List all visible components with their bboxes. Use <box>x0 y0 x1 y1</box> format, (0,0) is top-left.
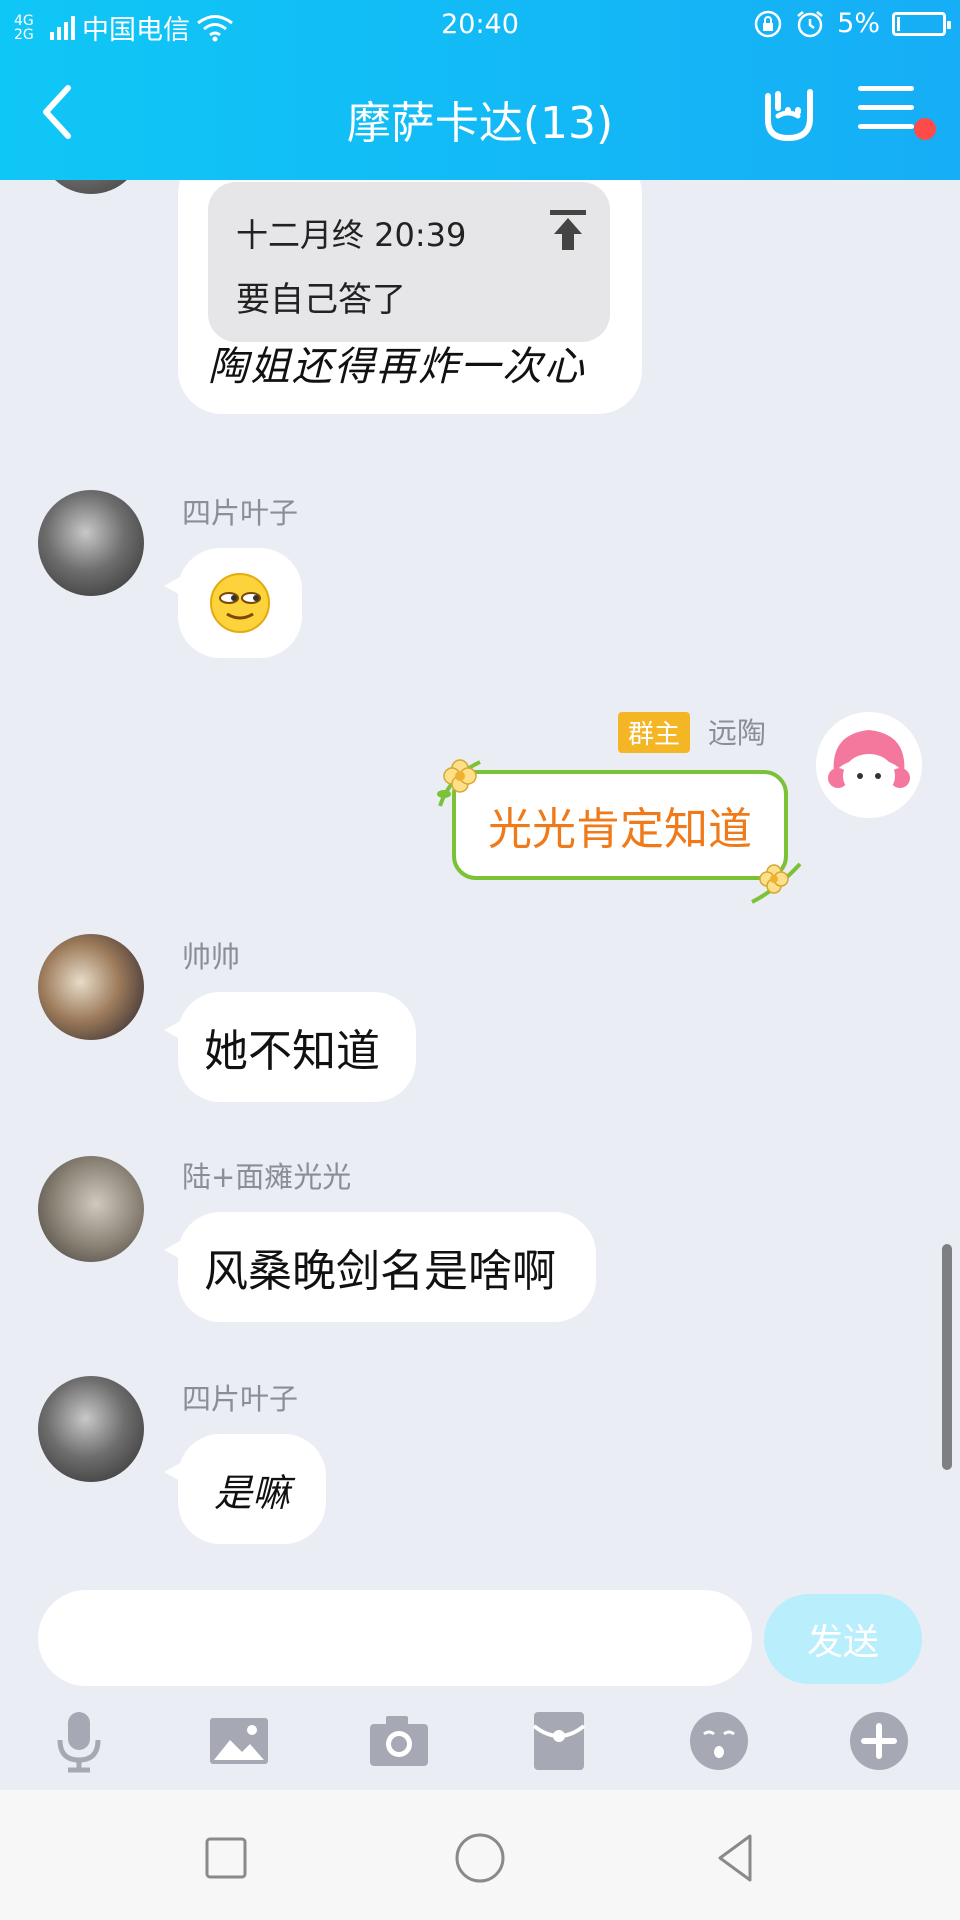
system-nav-bar <box>0 1790 960 1920</box>
status-bar: 4G 2G 中国电信 20:40 5% <box>0 0 960 52</box>
battery-icon <box>892 11 951 36</box>
quote-text: 要自己答了 <box>236 280 406 320</box>
avatar[interactable] <box>38 934 144 1040</box>
chat-area[interactable]: 十二月终 20:39 要自己答了 陶姐还得再炸一次心 四片叶子 群主 远陶 光光… <box>0 180 960 1580</box>
menu-line-icon <box>858 105 914 110</box>
rock-hand-icon[interactable] <box>758 82 822 146</box>
menu-button[interactable] <box>858 86 914 136</box>
scrollbar[interactable] <box>942 1244 952 1470</box>
avatar[interactable] <box>38 490 144 596</box>
sender-name: 陆+面瘫光光 <box>182 1160 352 1194</box>
header-bar: 4G 2G 中国电信 20:40 5% 摩萨卡达(13) <box>0 0 960 180</box>
message-text: 光光肯定知道 <box>488 804 752 855</box>
avatar[interactable] <box>38 180 144 194</box>
rotation-lock-icon <box>754 10 782 37</box>
pin-top-icon[interactable] <box>548 208 588 252</box>
sender-name: 帅帅 <box>182 940 241 974</box>
emoji-icon[interactable] <box>684 1706 754 1776</box>
message-input[interactable] <box>38 1590 752 1686</box>
image-icon[interactable] <box>204 1706 274 1776</box>
notification-dot <box>914 118 936 140</box>
flower-icon <box>751 862 802 904</box>
plus-icon[interactable] <box>844 1706 914 1776</box>
camera-icon[interactable] <box>364 1706 434 1776</box>
red-packet-icon[interactable] <box>524 1706 594 1776</box>
status-right: 5% <box>753 8 951 39</box>
message-quoted: 十二月终 20:39 要自己答了 陶姐还得再炸一次心 <box>178 180 642 414</box>
recent-apps-icon[interactable] <box>196 1828 256 1888</box>
message-bubble[interactable]: 风桑晚剑名是啥啊 <box>164 1212 596 1322</box>
battery-percent: 5% <box>837 8 880 39</box>
quote-box[interactable]: 十二月终 20:39 要自己答了 <box>208 182 610 342</box>
message-bubble[interactable]: 她不知道 <box>164 992 416 1102</box>
nav-bar: 摩萨卡达(13) <box>0 52 960 180</box>
menu-line-icon <box>858 124 914 129</box>
flower-icon <box>437 759 481 807</box>
sender-name: 四片叶子 <box>182 496 299 530</box>
send-button[interactable]: 发送 <box>764 1594 922 1684</box>
sender-name: 远陶 <box>708 716 767 750</box>
home-icon[interactable] <box>450 1828 510 1888</box>
alarm-icon <box>797 10 823 37</box>
quote-meta: 十二月终 20:39 <box>236 216 467 254</box>
message-text: 她不知道 <box>204 1026 380 1077</box>
microphone-icon[interactable] <box>44 1706 114 1776</box>
menu-line-icon <box>858 86 914 91</box>
pink-hair-avatar-icon <box>816 712 922 818</box>
message-bubble[interactable]: 是嘛 <box>164 1434 326 1544</box>
message-text: 是嘛 <box>213 1470 290 1515</box>
avatar[interactable] <box>38 1156 144 1262</box>
message-text: 陶姐还得再炸一次心 <box>208 344 586 390</box>
input-toolbar <box>0 1700 960 1790</box>
message-bubble[interactable] <box>164 548 302 658</box>
avatar[interactable] <box>816 712 922 818</box>
composer-row: 发送 <box>0 1580 960 1690</box>
special-bubble[interactable]: 光光肯定知道 <box>452 770 788 880</box>
sender-name: 四片叶子 <box>182 1382 299 1416</box>
group-owner-badge: 群主 <box>618 712 691 753</box>
message-text: 风桑晚剑名是啥啊 <box>204 1246 556 1297</box>
smirk-emoji-icon <box>210 573 270 633</box>
back-triangle-icon[interactable] <box>706 1828 766 1888</box>
avatar[interactable] <box>38 1376 144 1482</box>
